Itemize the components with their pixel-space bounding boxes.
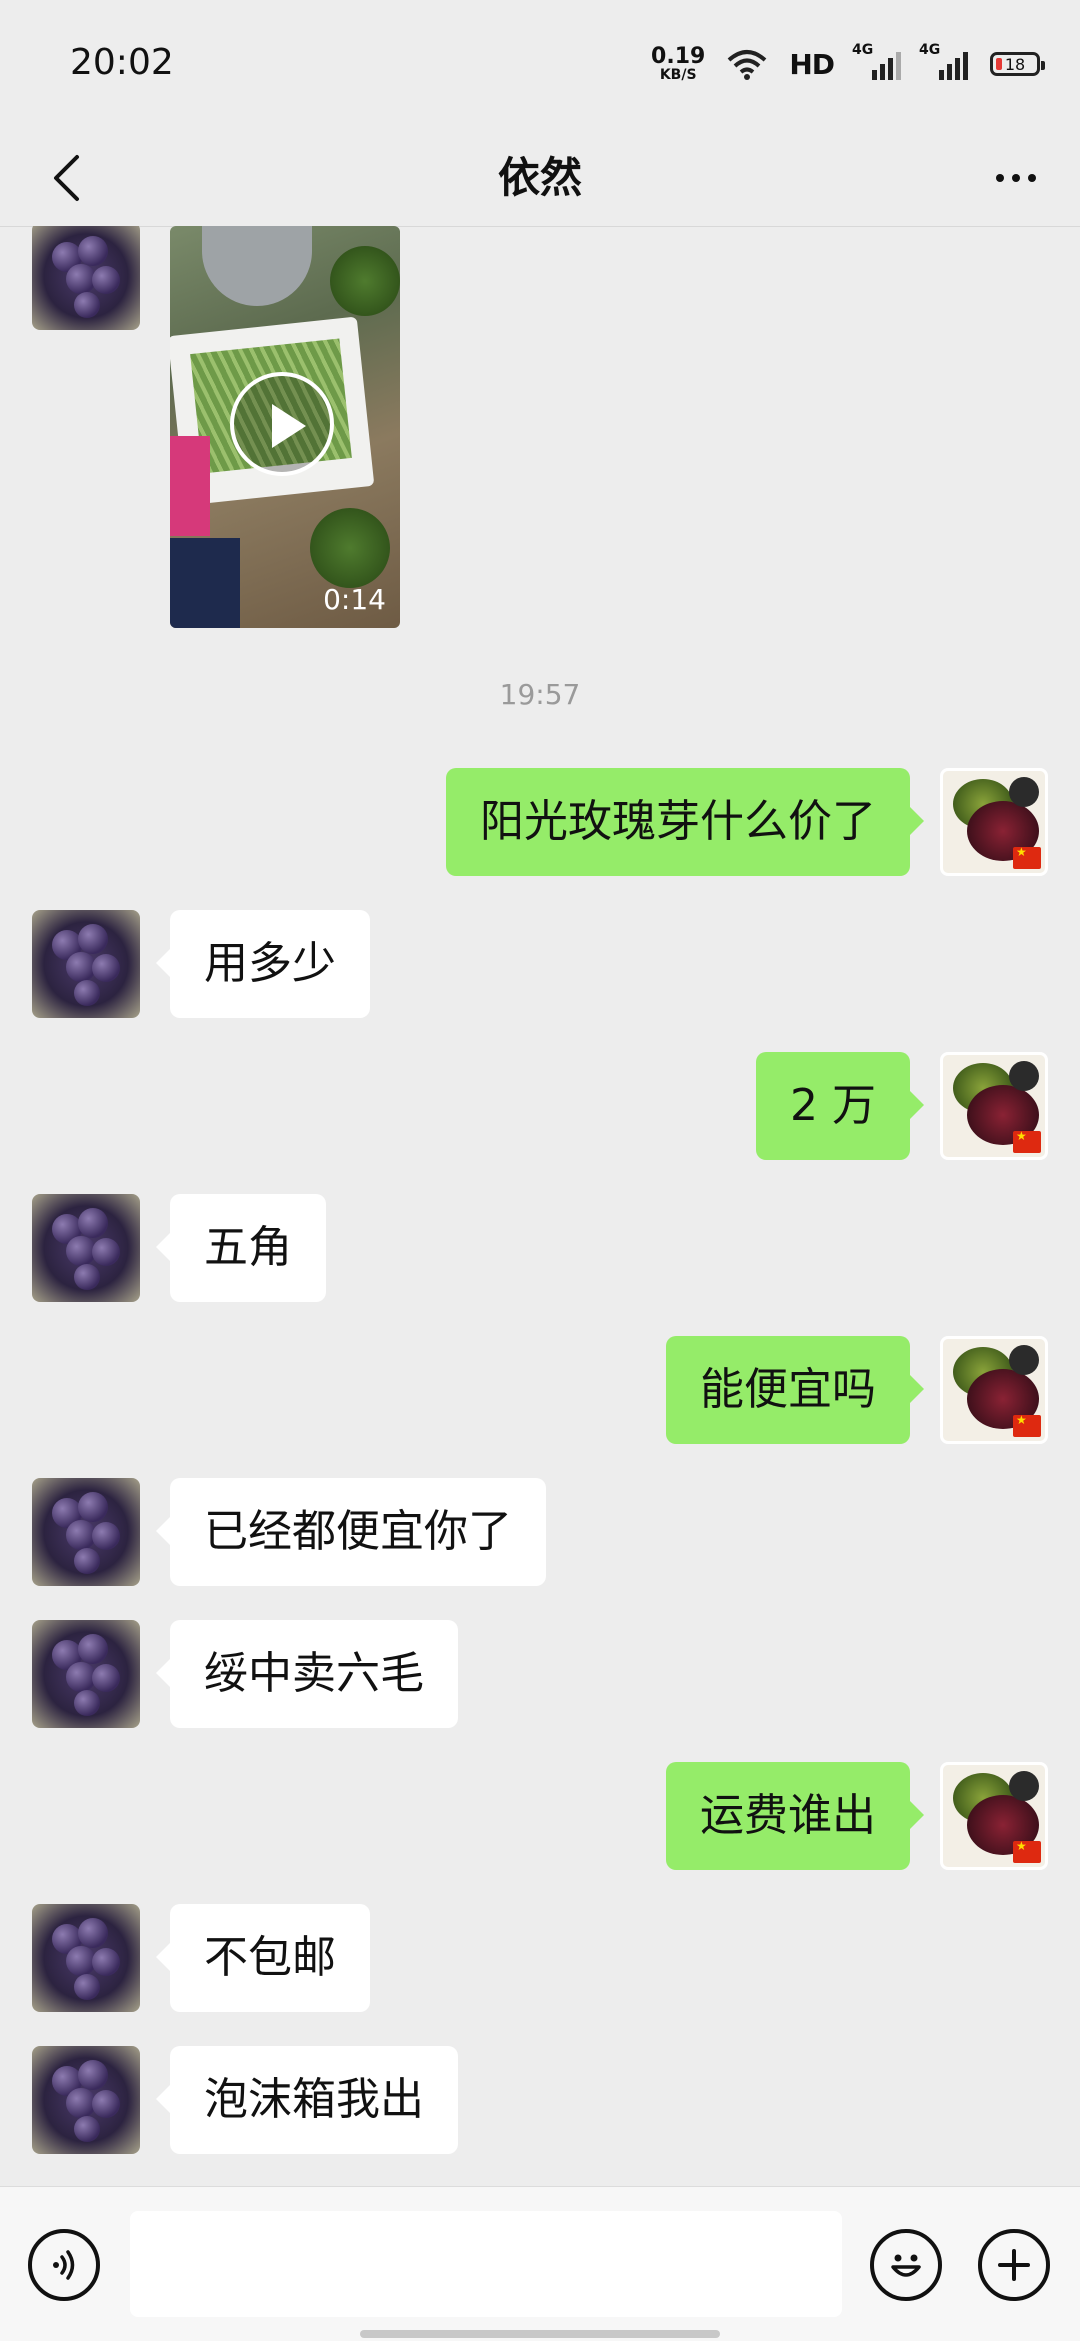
message-bubble-self[interactable]: 2 万 [756,1052,924,1160]
network-speed-value: 0.19 [651,44,706,69]
self-avatar[interactable] [940,1762,1048,1870]
sim2-network-label: 4G [919,42,941,58]
network-speed-unit: KB/S [659,67,697,83]
self-avatar[interactable] [940,768,1048,876]
signal-sim1-icon: 4G [852,42,901,80]
status-icons: 0.19 KB/S HD 4G 4G 18 [651,42,1045,84]
chat-input-bar [0,2186,1080,2341]
message-bubble-peer[interactable]: 已经都便宜你了 [156,1478,546,1586]
message-bubble-peer[interactable]: 绥中卖六毛 [156,1620,458,1728]
peer-avatar[interactable] [32,910,140,1018]
hd-voice-icon: HD [789,47,835,81]
message-bubble-self[interactable]: 阳光玫瑰芽什么价了 [446,768,924,876]
more-dot-icon [1028,174,1036,182]
voice-input-button[interactable] [28,2229,100,2301]
message-bubble-peer[interactable]: 泡沫箱我出 [156,2046,458,2154]
play-icon[interactable] [230,372,334,476]
peer-avatar[interactable] [32,1620,140,1728]
peer-avatar[interactable] [32,1194,140,1302]
smiley-icon [891,2254,921,2277]
emoji-button[interactable] [870,2229,942,2301]
signal-sim2-icon: 4G [919,42,968,80]
peer-avatar[interactable] [32,1904,140,2012]
back-button[interactable] [28,140,104,216]
chevron-left-icon [54,155,79,201]
self-avatar[interactable] [940,1336,1048,1444]
home-indicator[interactable] [360,2330,720,2338]
message-timestamp: 19:57 [499,678,581,711]
message-bubble-peer[interactable]: 用多少 [156,910,370,1018]
voice-icon [53,2250,75,2280]
video-duration: 0:14 [323,583,386,616]
message-bubble-peer[interactable]: 五角 [156,1194,326,1302]
peer-avatar[interactable] [32,1478,140,1586]
more-options-button[interactable] [978,140,1054,216]
more-dot-icon [996,174,1004,182]
chat-header: 依然 [0,130,1080,227]
battery-icon: 18 [990,52,1045,76]
message-bubble-self[interactable]: 能便宜吗 [666,1336,924,1444]
plus-icon [998,2249,1030,2281]
more-actions-button[interactable] [978,2229,1050,2301]
message-bubble-self[interactable]: 运费谁出 [666,1762,924,1870]
message-bubble-peer[interactable]: 不包邮 [156,1904,370,2012]
video-message[interactable]: 0:14 [170,226,400,628]
more-dot-icon [1012,174,1020,182]
peer-avatar[interactable] [32,2046,140,2154]
wifi-icon [727,50,767,80]
network-speed: 0.19 KB/S [651,44,706,83]
peer-avatar[interactable] [32,226,140,330]
chat-title: 依然 [497,153,582,202]
message-input[interactable] [130,2211,842,2317]
self-avatar[interactable] [940,1052,1048,1160]
battery-level: 18 [1004,54,1026,74]
status-time: 20:02 [70,42,174,83]
sim1-network-label: 4G [852,42,874,58]
status-bar: 20:02 0.19 KB/S HD 4G 4G 18 [0,0,1080,130]
